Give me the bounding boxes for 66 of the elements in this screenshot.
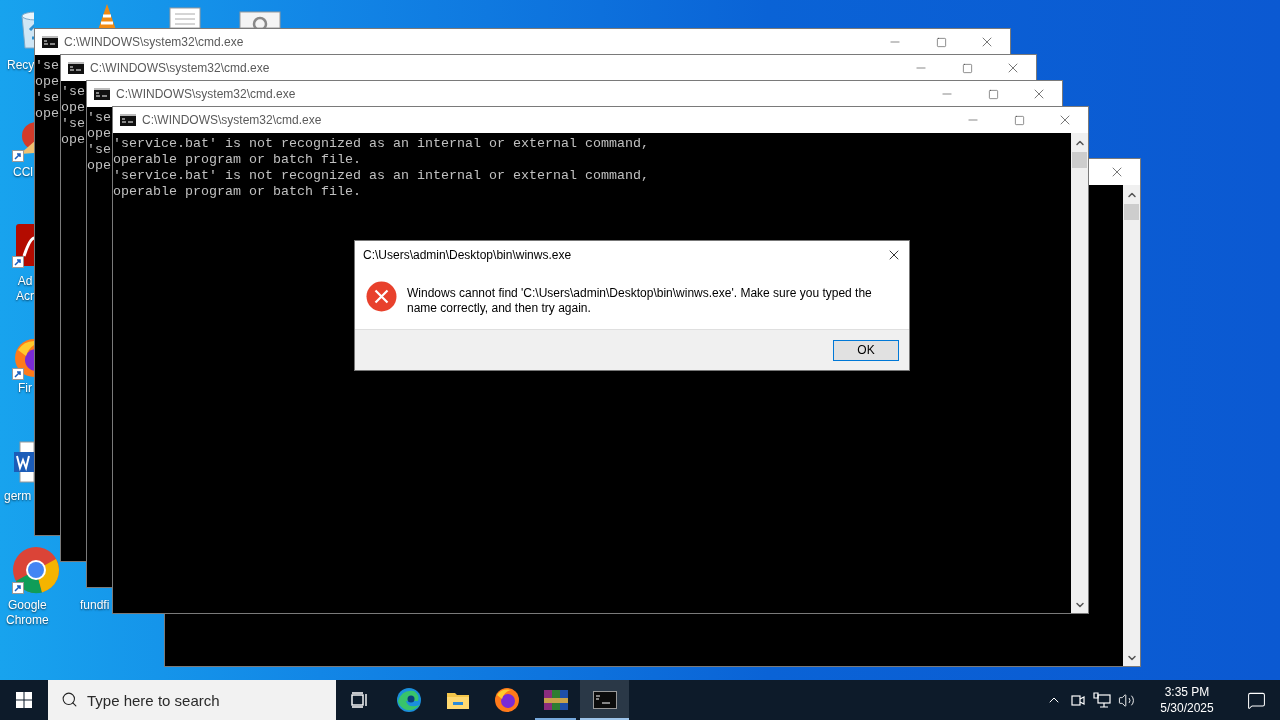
edge-browser-icon[interactable]: [395, 687, 422, 713]
word-document-icon[interactable]: [12, 440, 34, 484]
document-icon[interactable]: [168, 6, 202, 28]
running-indicator: [580, 718, 629, 720]
desktop-icon-label[interactable]: Ad Acr: [16, 274, 34, 304]
console-icon: [42, 36, 58, 48]
maximize-icon: [987, 88, 999, 100]
console-line: 'se: [87, 142, 111, 158]
network-icon[interactable]: [1093, 691, 1111, 709]
taskbar-app-button[interactable]: [580, 680, 629, 720]
console-line: 'service.bat' is not recognized as an internal or external command,: [113, 136, 649, 152]
console-icon[interactable]: [592, 691, 617, 709]
clock-date: 5/30/2025: [1160, 700, 1214, 716]
desktop-icon-label[interactable]: CCl: [13, 165, 33, 180]
console-line: ope: [87, 126, 111, 142]
desktop-icon-label[interactable]: Recy: [7, 58, 35, 73]
window-title: C:\WINDOWS\system32\cmd.exe: [64, 34, 244, 51]
desktop-icon-label[interactable]: Google Chrome: [6, 598, 49, 628]
clock-time: 3:35 PM: [1164, 684, 1210, 700]
fox-globe-icon[interactable]: [493, 687, 520, 713]
console-icon: [94, 88, 110, 100]
running-indicator: [535, 718, 576, 720]
browser-icon[interactable]: [12, 546, 60, 594]
console-icon: [120, 114, 136, 126]
windows-logo-icon: [16, 692, 32, 708]
error-message: Windows cannot find 'C:\Users\admin\Desktop\bin\winws.exe'. Make sure you typed the name correctly, and then try again.: [407, 286, 873, 316]
console-line: ope: [87, 158, 111, 174]
window-title: C:\WINDOWS\system32\cmd.exe: [142, 112, 322, 129]
ok-button[interactable]: OK: [833, 339, 899, 361]
scrollbar-thumb[interactable]: [1124, 204, 1139, 220]
console-line: ope: [61, 132, 85, 148]
console-icon: [68, 62, 84, 74]
scrollbar[interactable]: [1123, 185, 1140, 666]
task-view-icon: [351, 692, 369, 708]
volume-icon[interactable]: [1118, 691, 1135, 709]
search-icon: [61, 691, 78, 708]
console-line: ope: [35, 106, 59, 122]
console-line: 'se: [61, 116, 85, 132]
maximize-icon: [961, 62, 973, 74]
window-title: C:\WINDOWS\system32\cmd.exe: [90, 60, 270, 77]
dialog-title: C:\Users\admin\Desktop\bin\winws.exe: [363, 247, 573, 264]
maximize-icon: [1013, 114, 1025, 126]
search-field[interactable]: Type here to search: [48, 680, 336, 720]
desktop-icon-label[interactable]: germ: [4, 489, 32, 504]
scrollbar[interactable]: [1071, 133, 1088, 613]
console-line: 'se: [35, 58, 59, 74]
desktop-icon-label[interactable]: Fir: [18, 381, 32, 396]
console-line: 'se: [35, 90, 59, 106]
window-title: C:\WINDOWS\system32\cmd.exe: [116, 86, 296, 103]
settings-document-icon[interactable]: [238, 10, 282, 28]
console-line: operable program or batch file.: [113, 152, 361, 168]
console-line: ope: [35, 74, 59, 90]
console-line: 'se: [61, 84, 85, 100]
desktop-icon-label[interactable]: fundfi: [80, 598, 110, 613]
maximize-icon: [935, 36, 947, 48]
console-line: 'service.bat' is not recognized as an internal or external command,: [113, 168, 649, 184]
folder-icon[interactable]: [445, 690, 470, 710]
stacked-books-icon[interactable]: [542, 688, 569, 712]
console-line: 'se: [87, 110, 111, 126]
pdf-icon[interactable]: [12, 222, 34, 268]
console-line: operable program or batch file.: [113, 184, 361, 200]
scrollbar-thumb[interactable]: [1072, 152, 1087, 168]
clock[interactable]: 3:35 PM 5/30/2025: [1148, 684, 1226, 716]
error-icon: [366, 281, 397, 312]
console-line: ope: [61, 100, 85, 116]
notifications-icon[interactable]: [1247, 690, 1266, 710]
